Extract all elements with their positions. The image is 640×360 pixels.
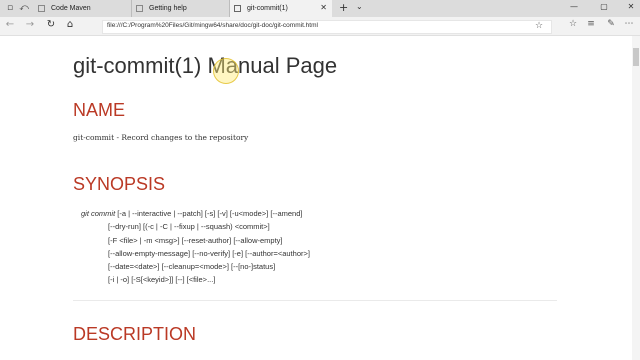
tab-git-commit[interactable]: git-commit(1) ✕ [230,0,332,17]
section-heading-synopsis: SYNOPSIS [73,174,166,194]
reading-list-icon[interactable]: ≡ [584,19,598,29]
tab-title: Getting help [149,5,187,12]
favorites-hub-icon[interactable]: ☆ [566,19,580,29]
tab-back-icon[interactable]: ⤺ [17,1,31,15]
scrollbar[interactable] [632,36,640,360]
section-heading-description: DESCRIPTION [73,324,197,344]
synopsis-block: git commit [-a | --interactive | --patch… [81,207,310,287]
address-url[interactable]: file:///C:/Program%20Files/Git/mingw64/s… [107,22,318,29]
tab-title: git-commit(1) [247,5,288,12]
section-heading-name: NAME [73,100,126,120]
forward-arrow-icon[interactable]: → [23,19,37,30]
tab-list-icon[interactable]: ▫ [3,1,17,15]
more-icon[interactable]: ⋯ [622,19,636,29]
synopsis-line: [-i | -o] [-S[<keyid>]] [--] [<file>...] [108,275,216,285]
tab-code-maven[interactable]: Code Maven [34,0,132,17]
favorite-star-icon[interactable]: ☆ [535,21,543,31]
home-icon[interactable]: ⌂ [63,19,77,30]
synopsis-line: [--dry-run] [(-c | -C | --fixup | --squa… [108,222,270,232]
synopsis-line: [-F <file> | -m <msg>] [--reset-author] … [108,235,283,245]
synopsis-args: [-a | --interactive | --patch] [-s] [-v]… [115,209,303,218]
section-divider [73,300,557,301]
mouse-cursor-highlight [213,58,239,84]
tab-title: Code Maven [51,5,91,12]
share-icon[interactable]: ✎ [604,19,618,29]
close-icon[interactable]: ✕ [624,2,638,11]
synopsis-line: [--date=<date>] [--cleanup=<mode>] [--[n… [108,262,276,272]
back-arrow-icon[interactable]: ← [3,19,17,30]
address-bar[interactable]: file:///C:/Program%20Files/Git/mingw64/s… [102,20,552,34]
minimize-icon[interactable]: — [567,2,581,11]
synopsis-line: git commit [-a | --interactive | --patch… [81,207,310,220]
page-icon [136,5,143,12]
tab-strip: ▫ ⤺ Code Maven Getting help git-commit(1… [0,0,640,17]
synopsis-line: [--allow-empty-message] [--no-verify] [-… [108,248,310,258]
close-tab-icon[interactable]: ✕ [320,3,327,12]
maximize-icon[interactable]: ▢ [597,2,611,11]
page-content [0,36,640,360]
new-tab-icon[interactable]: + [339,1,348,14]
page-icon [38,5,45,12]
name-description: git-commit - Record changes to the repos… [73,133,249,142]
scrollbar-thumb[interactable] [633,48,639,66]
synopsis-command: git commit [81,209,116,218]
tab-getting-help[interactable]: Getting help [132,0,230,17]
chevron-down-icon[interactable]: ⌄ [356,2,363,11]
page-icon [234,5,241,12]
refresh-icon[interactable]: ↻ [44,19,58,30]
navigation-bar: ← → ↻ ⌂ file:///C:/Program%20Files/Git/m… [0,17,640,36]
page-title: git-commit(1) Manual Page [73,53,338,78]
